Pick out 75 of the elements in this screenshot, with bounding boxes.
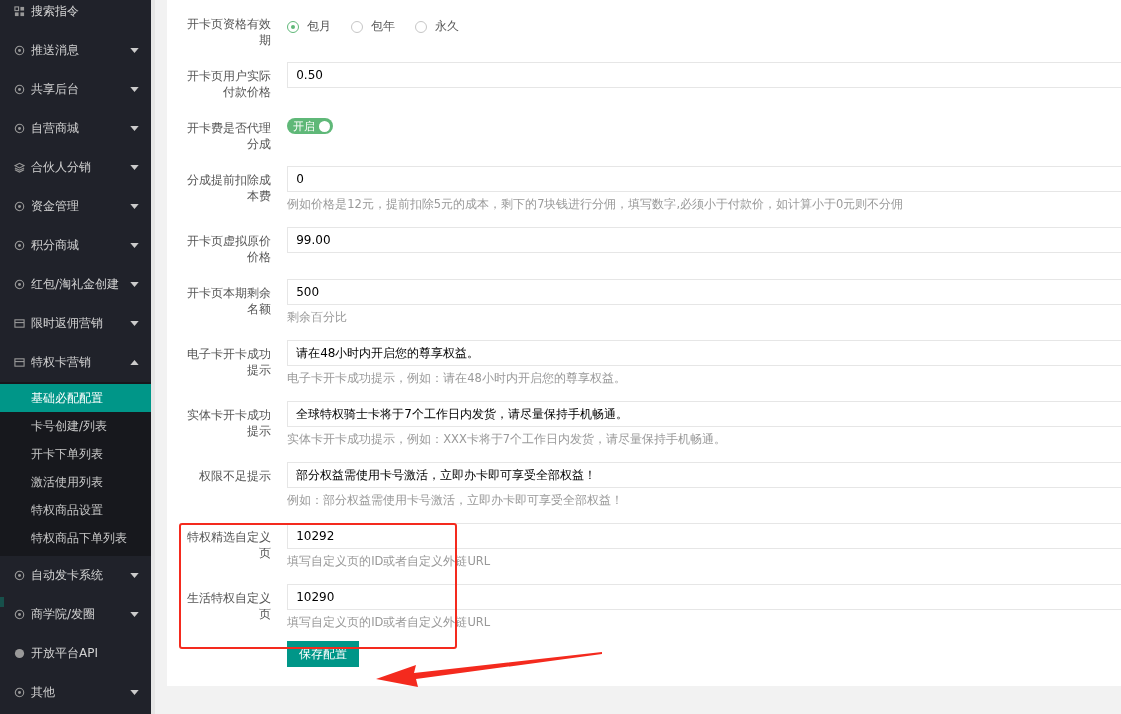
menu-item-icon bbox=[14, 123, 25, 134]
submenu-item[interactable]: 激活使用列表 bbox=[0, 468, 151, 496]
sidebar-item[interactable]: 自营商城 bbox=[0, 109, 151, 148]
caret-icon bbox=[130, 87, 139, 92]
field-label: 开卡页用户实际付款价格 bbox=[186, 68, 273, 101]
text-input[interactable]: 500 bbox=[287, 279, 1121, 305]
menu-item-icon bbox=[14, 84, 25, 95]
menu-item-icon bbox=[14, 6, 25, 17]
caret-icon bbox=[130, 126, 139, 131]
caret-icon bbox=[130, 204, 139, 209]
text-input[interactable]: 部分权益需使用卡号激活，立即办卡即可享受全部权益！ bbox=[287, 462, 1121, 488]
submenu-item[interactable]: 特权商品下单列表 bbox=[0, 524, 151, 552]
sidebar-item[interactable]: 商学院/发圈 bbox=[0, 595, 151, 634]
text-input[interactable]: 0 bbox=[287, 166, 1121, 192]
caret-icon bbox=[130, 360, 139, 365]
field-label: 开卡费是否代理分成 bbox=[186, 120, 273, 153]
caret-icon bbox=[130, 282, 139, 287]
field-hint: 电子卡开卡成功提示，例如：请在48小时内开启您的尊享权益。 bbox=[287, 371, 627, 387]
radio-option[interactable]: 包年 bbox=[351, 18, 396, 35]
sidebar-item[interactable]: 自动发卡系统 bbox=[0, 556, 151, 595]
caret-icon bbox=[130, 48, 139, 53]
edge-marker bbox=[0, 597, 4, 607]
menu-item-icon bbox=[14, 45, 25, 56]
caret-icon bbox=[130, 321, 139, 326]
sidebar-item[interactable]: 搜索指令 bbox=[0, 0, 151, 31]
field-label: 开卡页虚拟原价价格 bbox=[186, 233, 273, 266]
menu-item-icon bbox=[14, 609, 25, 620]
field-hint: 剩余百分比 bbox=[287, 310, 349, 326]
submenu-item[interactable]: 开卡下单列表 bbox=[0, 440, 151, 468]
submenu-item[interactable]: 卡号创建/列表 bbox=[0, 412, 151, 440]
caret-icon bbox=[130, 612, 139, 617]
menu-item-icon bbox=[14, 357, 25, 368]
menu-item-icon bbox=[14, 240, 25, 251]
sidebar-item[interactable]: 合伙人分销 bbox=[0, 148, 151, 187]
sidebar-item[interactable]: 资金管理 bbox=[0, 187, 151, 226]
sidebar-item[interactable]: 共享后台 bbox=[0, 70, 151, 109]
sidebar-item[interactable]: 红包/淘礼金创建 bbox=[0, 265, 151, 304]
text-input[interactable]: 99.00 bbox=[287, 227, 1121, 253]
field-label: 特权精选自定义页 bbox=[186, 529, 273, 562]
text-input[interactable]: 全球特权骑士卡将于7个工作日内发货，请尽量保持手机畅通。 bbox=[287, 401, 1121, 427]
submenu-item[interactable]: 特权商品设置 bbox=[0, 496, 151, 524]
sidebar-item[interactable]: 限时返佣营销 bbox=[0, 304, 151, 343]
sidebar-item[interactable]: 推送消息 bbox=[0, 31, 151, 70]
field-label: 开卡页资格有效期 bbox=[186, 16, 273, 49]
sidebar-item[interactable]: 开放平台API bbox=[0, 634, 151, 673]
caret-icon bbox=[130, 690, 139, 695]
field-hint: 例如价格是12元，提前扣除5元的成本，剩下的7块钱进行分佣，填写数字,必须小于付款价，如计算小于0元则不分佣 bbox=[287, 197, 905, 213]
caret-icon bbox=[130, 243, 139, 248]
submenu-item[interactable]: 基础必配配置 bbox=[0, 384, 151, 412]
menu-item-icon bbox=[14, 570, 25, 581]
radio-option[interactable]: 永久 bbox=[415, 18, 460, 35]
field-label: 权限不足提示 bbox=[198, 468, 273, 485]
text-input[interactable]: 0.50 bbox=[287, 62, 1121, 88]
menu-item-icon bbox=[14, 648, 25, 659]
sidebar-item[interactable]: 特权卡营销 bbox=[0, 343, 151, 382]
field-hint: 实体卡开卡成功提示，例如：XXX卡将于7个工作日内发货，请尽量保持手机畅通。 bbox=[287, 432, 728, 448]
sidebar-item[interactable]: 积分商城 bbox=[0, 226, 151, 265]
menu-item-icon bbox=[14, 279, 25, 290]
sidebar-item[interactable]: 其他 bbox=[0, 673, 151, 712]
text-input[interactable]: 10292 bbox=[287, 523, 1121, 549]
radio-option[interactable]: 包月 bbox=[287, 18, 332, 35]
field-label: 实体卡开卡成功提示 bbox=[186, 407, 273, 440]
caret-icon bbox=[130, 165, 139, 170]
menu-item-icon bbox=[14, 318, 25, 329]
caret-icon bbox=[130, 573, 139, 578]
menu-item-icon bbox=[14, 687, 25, 698]
text-input[interactable]: 10290 bbox=[287, 584, 1121, 610]
field-label: 开卡页本期剩余名额 bbox=[186, 285, 273, 318]
menu-item-icon bbox=[14, 201, 25, 212]
field-label: 分成提前扣除成本费 bbox=[186, 172, 273, 205]
field-label: 电子卡开卡成功提示 bbox=[186, 346, 273, 379]
field-label: 生活特权自定义页 bbox=[186, 590, 273, 623]
field-hint: 例如：部分权益需使用卡号激活，立即办卡即可享受全部权益！ bbox=[287, 493, 625, 509]
menu-item-icon bbox=[14, 162, 25, 173]
text-input[interactable]: 请在48小时内开启您的尊享权益。 bbox=[287, 340, 1121, 366]
